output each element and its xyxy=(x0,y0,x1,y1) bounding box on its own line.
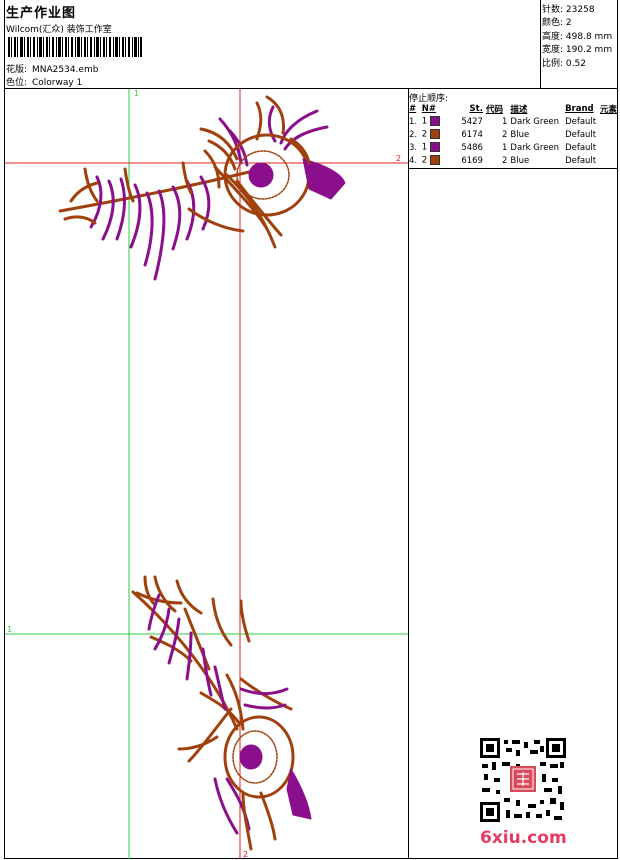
stat-scale: 比例: 0.52 xyxy=(542,58,586,69)
colorway-line: 色位: Colorway 1 xyxy=(6,75,82,88)
embroidery-design-canvas: 1 2 1 2 xyxy=(5,89,408,859)
col-needle: N# xyxy=(421,103,437,114)
color-swatch xyxy=(429,142,440,153)
stat-height: 高度: 498.8 mm xyxy=(542,31,613,42)
marker-right-red: 2 xyxy=(396,154,401,163)
stats-divider xyxy=(540,0,541,89)
qr-code-icon xyxy=(480,738,566,822)
stat-width: 宽度: 190.2 mm xyxy=(542,45,613,56)
col-code: 代码 xyxy=(485,104,503,115)
company-name: Wilcom(汇众) 装饰工作室 xyxy=(6,25,112,35)
col-brand: Brand xyxy=(565,103,594,114)
table-row: 4. 2 6169 2 Blue Default xyxy=(409,155,597,166)
table-row: 3. 1 5486 1 Dark Green Default xyxy=(409,142,597,153)
marker-top-green: 1 xyxy=(134,89,139,98)
page-title: 生产作业图 xyxy=(6,6,77,21)
colorway-value: Colorway 1 xyxy=(32,78,83,88)
color-swatch xyxy=(429,129,440,140)
pattern-line: 花版: MNA2534.emb xyxy=(6,62,98,75)
design-divider xyxy=(408,88,409,859)
stat-colors: 颜色: 2 xyxy=(542,18,572,29)
stat-stitches: 针数: 23258 xyxy=(542,5,595,15)
marker-left-green: 1 xyxy=(7,625,12,634)
colorway-label: 色位: xyxy=(6,78,28,88)
pattern-label: 花版: xyxy=(6,65,28,75)
col-stitches: St. xyxy=(469,103,483,114)
pattern-value: MNA2534.emb xyxy=(32,65,99,75)
peacock-feather-bottom xyxy=(131,575,312,851)
color-swatch xyxy=(429,116,440,127)
stats-panel: 针数: 23258 颜色: 2 高度: 498.8 mm 宽度: 190.2 m… xyxy=(542,4,612,71)
col-index: # xyxy=(409,103,417,114)
table-divider xyxy=(408,168,618,169)
stop-sequence-table: # N# St. 代码 描述 Brand 元素 1. 1 5427 1 Dark… xyxy=(409,102,620,167)
table-header-row: # N# St. 代码 描述 Brand 元素 xyxy=(409,102,620,115)
marker-bottom-red: 2 xyxy=(243,850,248,859)
color-swatch xyxy=(429,155,440,166)
table-row: 2. 2 6174 2 Blue Default xyxy=(409,129,597,140)
barcode-icon xyxy=(8,37,142,57)
watermark-text: 6xiu.com xyxy=(480,828,567,848)
table-row: 1. 1 5427 1 Dark Green Default xyxy=(409,116,597,127)
peacock-feather-top xyxy=(58,95,346,281)
col-description: 描述 xyxy=(510,104,528,115)
col-element: 元素 xyxy=(599,104,617,115)
